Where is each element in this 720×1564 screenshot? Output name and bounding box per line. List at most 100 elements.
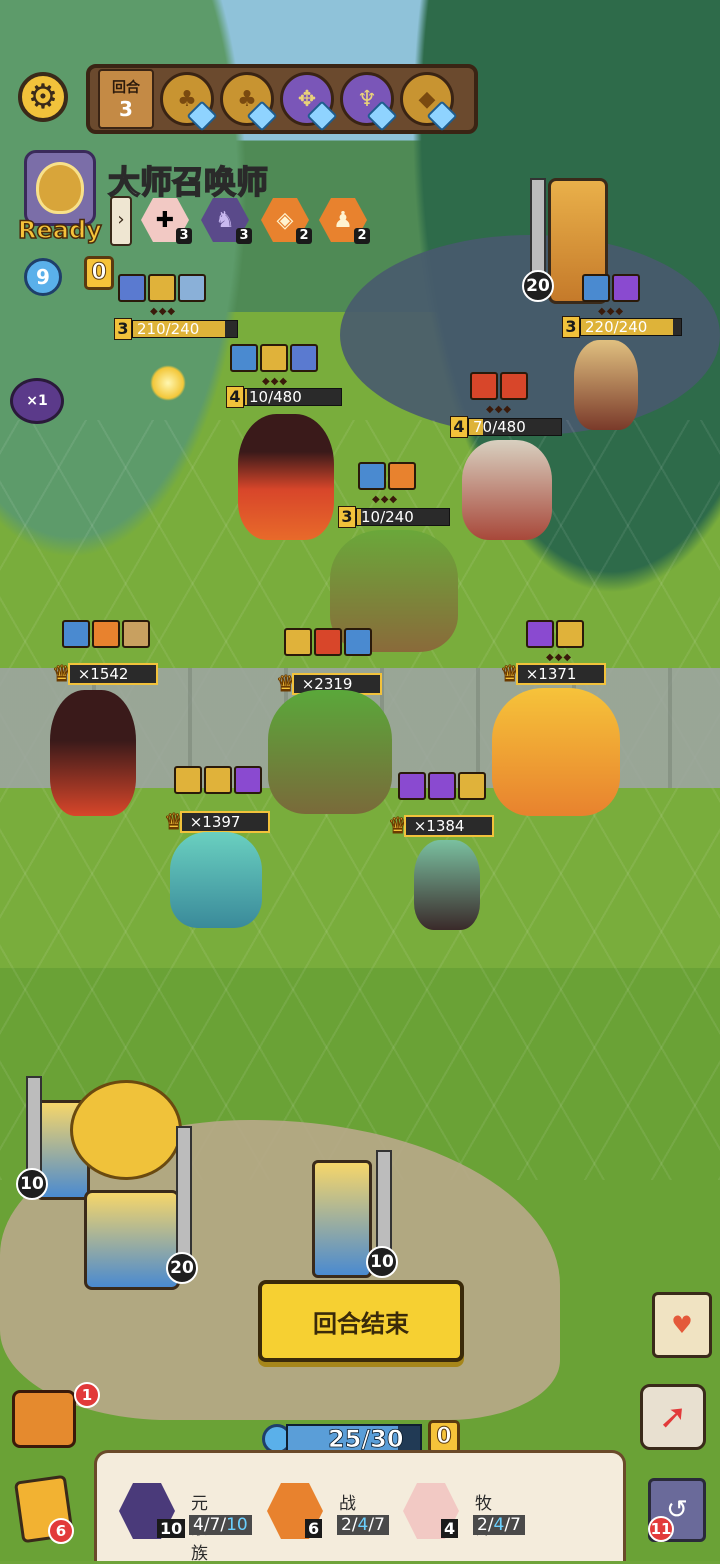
unit-level: 3	[338, 506, 356, 528]
hp-text: 220/240	[585, 318, 648, 336]
enemy-shaman[interactable]	[574, 340, 638, 430]
item-icon	[92, 620, 120, 648]
hp-track: 10/480	[244, 388, 342, 406]
fill-level	[245, 389, 247, 405]
power-value: ×1542	[67, 663, 158, 685]
enemy-totem-cost: 20	[522, 270, 554, 302]
star-rating: ◆◆◆	[150, 306, 177, 317]
ally-power-bar: ♛ ×1542	[52, 661, 158, 687]
codex-book-icon[interactable]: ♥	[652, 1292, 712, 1358]
synergy-elemental[interactable]: 10 元素族 4/7/10	[119, 1481, 252, 1564]
item-icon	[358, 462, 386, 490]
trait-count: 2	[296, 228, 312, 244]
enemy-hp-bar: 4 10/480	[226, 386, 342, 408]
unit-level: 4	[450, 416, 468, 438]
item-icon	[582, 274, 610, 302]
star-rating: ◆◆◆	[372, 494, 399, 505]
hp-text: 70/480	[473, 418, 526, 436]
synergy-priest[interactable]: 4 牧师 2/4/7	[403, 1481, 525, 1541]
discard-count: 11	[648, 1516, 674, 1542]
item-icon	[148, 274, 176, 302]
gold-tree-icon[interactable]: ♣	[160, 72, 218, 132]
trait-elemental[interactable]: ♞ 3	[198, 196, 252, 244]
shield-icon	[36, 162, 84, 214]
synergy-count: 4	[441, 1519, 459, 1538]
enemy-items	[230, 344, 318, 372]
enemy-hp-bar: 4 70/480	[450, 416, 562, 438]
ally-power-bar: ♛ ×1371	[500, 661, 606, 687]
item-icon	[178, 274, 206, 302]
item-icon	[344, 628, 372, 656]
ally-power-bar: ♛ ×1397	[164, 809, 270, 835]
chest-notification-badge: 1	[74, 1382, 100, 1408]
enemy-barbarian[interactable]	[462, 440, 552, 540]
round-number: 3	[119, 97, 133, 121]
mana-text: 25/30	[328, 1425, 404, 1453]
hp-text: 10/480	[249, 388, 302, 406]
hp-text: 10/240	[361, 508, 414, 526]
end-turn-button[interactable]: 回合结束	[258, 1280, 464, 1362]
bench-tower-crown[interactable]	[312, 1160, 372, 1278]
item-icon	[260, 344, 288, 372]
hp-track: 10/240	[356, 508, 450, 526]
item-icon	[314, 628, 342, 656]
potion-counter: 9	[24, 258, 62, 296]
synergy-count: 6	[305, 1519, 323, 1538]
item-icon	[398, 772, 426, 800]
ally-fire-golem[interactable]	[492, 688, 620, 816]
ally-fire-knight[interactable]	[50, 690, 136, 816]
expand-traits-button[interactable]: ›	[110, 196, 132, 246]
item-icon	[230, 344, 258, 372]
item-icon	[458, 772, 486, 800]
gold-stone-icon[interactable]: ◆	[400, 72, 458, 132]
purple-rune-icon[interactable]: ✥	[280, 72, 338, 132]
hp-text: 210/240	[137, 320, 200, 338]
item-icon	[122, 620, 150, 648]
ally-shaman[interactable]	[414, 840, 480, 930]
enemy-items	[582, 274, 640, 302]
gold-tree-icon[interactable]: ♣	[220, 72, 278, 132]
deck-count: 6	[48, 1518, 74, 1544]
trait-priest[interactable]: ✚ 3	[138, 196, 192, 244]
settings-gear-icon[interactable]: ⚙	[18, 72, 68, 122]
hp-track: 70/480	[468, 418, 562, 436]
bottom-gold-counter: 0	[428, 1420, 460, 1454]
gold-counter: 0	[84, 256, 114, 290]
item-icon	[612, 274, 640, 302]
hp-track: 220/240	[580, 318, 682, 336]
trait-count: 2	[354, 228, 370, 244]
power-value: ×1371	[515, 663, 606, 685]
ally-treant[interactable]	[268, 690, 392, 814]
tower-gauge	[26, 1076, 42, 1180]
enemy-totem-gauge	[530, 178, 546, 282]
item-icon	[388, 462, 416, 490]
trait-fighter[interactable]: ♟ 2	[316, 196, 370, 244]
trait-count: 3	[176, 228, 192, 244]
synergy-progress: 2/4/7	[337, 1515, 389, 1535]
purple-chalice-icon[interactable]: ♆	[340, 72, 398, 132]
trait-count: 3	[236, 228, 252, 244]
treasure-chest-icon[interactable]	[12, 1390, 76, 1448]
item-icon	[174, 766, 202, 794]
round-label: 回合	[112, 80, 140, 96]
enemy-fire-knight[interactable]	[238, 414, 334, 540]
power-value: ×1384	[403, 815, 494, 837]
unit-level: 4	[226, 386, 244, 408]
unit-level: 3	[114, 318, 132, 340]
hp-track: 210/240	[132, 320, 238, 338]
exit-arrow-icon[interactable]: ➚	[640, 1384, 706, 1450]
enemy-items	[118, 274, 206, 302]
enemy-hp-bar: 3 210/240	[114, 318, 238, 340]
enemy-wisp[interactable]	[150, 365, 186, 401]
trait-warrior[interactable]: ◈ 2	[258, 196, 312, 244]
speed-toggle-button[interactable]: ×1	[10, 378, 64, 424]
synergy-warrior[interactable]: 6 战士 2/4/7	[267, 1481, 389, 1541]
synergy-panel: 10 元素族 4/7/10 6 战士 2/4/7 4 牧师 2/4/7	[94, 1450, 626, 1564]
bench-tower-fountain[interactable]	[84, 1190, 180, 1290]
player-avatar[interactable]	[24, 150, 96, 226]
ally-wind-spirit[interactable]	[170, 832, 262, 928]
unit-level: 3	[562, 316, 580, 338]
golden-lion-statue[interactable]	[70, 1080, 182, 1180]
ally-items	[526, 620, 584, 648]
enemy-items	[358, 462, 416, 490]
